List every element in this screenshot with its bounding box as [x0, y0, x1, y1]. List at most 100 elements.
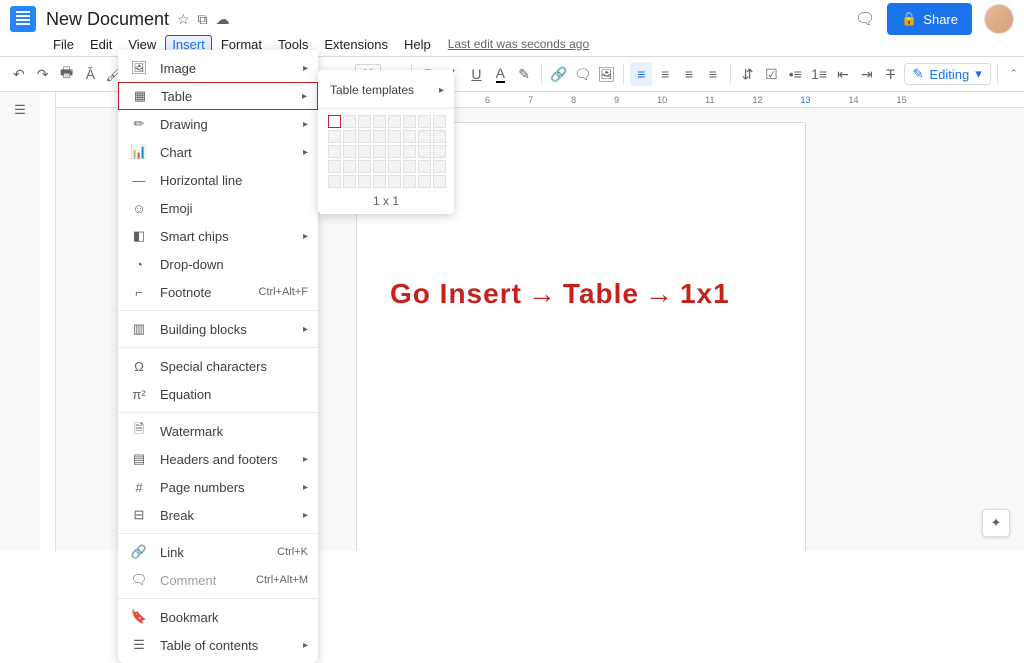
document-title[interactable]: New Document: [46, 9, 169, 30]
move-icon[interactable]: ⧉: [198, 11, 208, 28]
underline-button[interactable]: U: [466, 62, 488, 86]
hr-icon: —: [130, 173, 148, 188]
chevron-right-icon: ▸: [303, 147, 308, 158]
docs-logo[interactable]: [10, 6, 36, 32]
editing-label: Editing: [929, 67, 969, 82]
checklist-button[interactable]: ☑: [761, 62, 783, 86]
chevron-right-icon: ▸: [303, 510, 308, 521]
numbered-list-button[interactable]: 1≡: [808, 62, 830, 86]
highlight-button[interactable]: ✎: [513, 62, 535, 86]
spellcheck-button[interactable]: Ă: [80, 62, 102, 86]
headers-icon: ▤: [130, 451, 148, 467]
last-edit-link[interactable]: Last edit was seconds ago: [448, 37, 589, 51]
title-bar: New Document ☆ ⧉ ☁ 🗨 🔒 Share: [0, 0, 1024, 32]
comment-history-icon[interactable]: 🗨: [855, 9, 875, 29]
align-center-button[interactable]: ≡: [654, 62, 676, 86]
chevron-down-icon: ▾: [975, 66, 982, 82]
insert-smartchips-item[interactable]: ◧Smart chips▸: [118, 222, 318, 250]
menu-extensions[interactable]: Extensions: [317, 35, 395, 54]
add-comment-button[interactable]: 🗨: [572, 62, 594, 86]
insert-image-button[interactable]: 🖼: [596, 62, 618, 86]
arrow-icon: →: [645, 278, 674, 310]
align-left-button[interactable]: ≡: [630, 62, 652, 86]
annotation-overlay: Go Insert → Table → 1x1: [390, 278, 730, 310]
insert-pagenumbers-item[interactable]: #Page numbers▸: [118, 473, 318, 501]
table-templates-item[interactable]: Table templates ▸: [318, 78, 454, 102]
table-icon: ▦: [131, 88, 149, 104]
insert-dropdown-item[interactable]: ◔Drop-down: [118, 250, 318, 278]
chevron-right-icon: ▸: [302, 91, 307, 102]
chevron-right-icon: ▸: [303, 63, 308, 74]
decrease-indent-button[interactable]: ⇤: [832, 62, 854, 86]
insert-link-button[interactable]: 🔗: [548, 62, 570, 86]
star-icon[interactable]: ☆: [177, 11, 190, 28]
share-label: Share: [923, 12, 958, 27]
chevron-right-icon: ▸: [303, 640, 308, 651]
print-button[interactable]: 🖶: [56, 62, 78, 86]
text-color-button[interactable]: A: [489, 62, 511, 86]
insert-specialchars-item[interactable]: ΩSpecial characters: [118, 352, 318, 380]
cloud-icon[interactable]: ☁: [216, 11, 230, 28]
insert-drawing-item[interactable]: ✏Drawing▸: [118, 110, 318, 138]
drawing-icon: ✏: [130, 116, 148, 132]
increase-indent-button[interactable]: ⇥: [856, 62, 878, 86]
chart-icon: 📊: [130, 144, 148, 160]
insert-bookmark-item[interactable]: 🔖Bookmark: [118, 603, 318, 631]
insert-footnote-item[interactable]: ⌐FootnoteCtrl+Alt+F: [118, 278, 318, 306]
grid-cell-1-1[interactable]: [328, 115, 341, 128]
chevron-right-icon: ▸: [303, 482, 308, 493]
insert-image-item[interactable]: 🖼Image▸: [118, 54, 318, 82]
insert-comment-item: 🗨CommentCtrl+Alt+M: [118, 566, 318, 594]
menu-help[interactable]: Help: [397, 35, 438, 54]
insert-headersfooters-item[interactable]: ▤Headers and footers▸: [118, 445, 318, 473]
omega-icon: Ω: [130, 359, 148, 374]
menu-file[interactable]: File: [46, 35, 81, 54]
insert-toc-item[interactable]: ☰Table of contents▸: [118, 631, 318, 659]
insert-watermark-item[interactable]: 🗎Watermark: [118, 417, 318, 445]
pagenum-icon: #: [130, 480, 148, 495]
insert-hr-item[interactable]: —Horizontal line: [118, 166, 318, 194]
align-justify-button[interactable]: ≡: [702, 62, 724, 86]
insert-buildingblocks-item[interactable]: ▥Building blocks▸: [118, 315, 318, 343]
collapse-toolbar-button[interactable]: ˆ: [1012, 67, 1016, 82]
insert-emoji-item[interactable]: ☺Emoji: [118, 194, 318, 222]
chevron-right-icon: ▸: [303, 454, 308, 465]
chevron-right-icon: ▸: [303, 324, 308, 335]
bookmark-icon: 🔖: [130, 609, 148, 625]
mode-editing-button[interactable]: ✎ Editing ▾: [904, 63, 991, 85]
insert-equation-item[interactable]: π²Equation: [118, 380, 318, 408]
toc-icon: ☰: [130, 637, 148, 653]
arrow-icon: →: [528, 278, 557, 310]
dropdown-icon: ◔: [130, 257, 148, 272]
insert-break-item[interactable]: ⊟Break▸: [118, 501, 318, 529]
table-size-label: 1 x 1: [318, 188, 454, 208]
chevron-right-icon: ▸: [439, 85, 444, 96]
chips-icon: ◧: [130, 228, 148, 244]
share-button[interactable]: 🔒 Share: [887, 3, 972, 35]
insert-link-item[interactable]: 🔗LinkCtrl+K: [118, 538, 318, 566]
line-spacing-button[interactable]: ⇵: [737, 62, 759, 86]
image-icon: 🖼: [130, 60, 148, 76]
pi-icon: π²: [130, 387, 148, 402]
menu-edit[interactable]: Edit: [83, 35, 119, 54]
account-avatar[interactable]: [984, 4, 1014, 34]
chevron-right-icon: ▸: [303, 231, 308, 242]
clear-formatting-button[interactable]: T: [880, 62, 902, 86]
lock-icon: 🔒: [901, 11, 917, 27]
table-size-grid[interactable]: [318, 115, 454, 188]
redo-button[interactable]: ↷: [32, 62, 54, 86]
watermark-icon: 🗎: [130, 420, 148, 442]
comment-icon: 🗨: [130, 572, 148, 588]
insert-chart-item[interactable]: 📊Chart▸: [118, 138, 318, 166]
table-submenu: Table templates ▸ 1 x 1: [318, 70, 454, 214]
vertical-ruler: [40, 92, 56, 551]
emoji-icon: ☺: [130, 201, 148, 216]
explore-button[interactable]: ✦: [982, 509, 1010, 537]
undo-button[interactable]: ↶: [8, 62, 30, 86]
insert-table-item[interactable]: ▦Table▸: [118, 82, 318, 110]
outline-toggle[interactable]: ☰: [0, 92, 40, 551]
bulleted-list-button[interactable]: •≡: [784, 62, 806, 86]
align-right-button[interactable]: ≡: [678, 62, 700, 86]
blocks-icon: ▥: [130, 321, 148, 337]
link-icon: 🔗: [130, 544, 148, 560]
